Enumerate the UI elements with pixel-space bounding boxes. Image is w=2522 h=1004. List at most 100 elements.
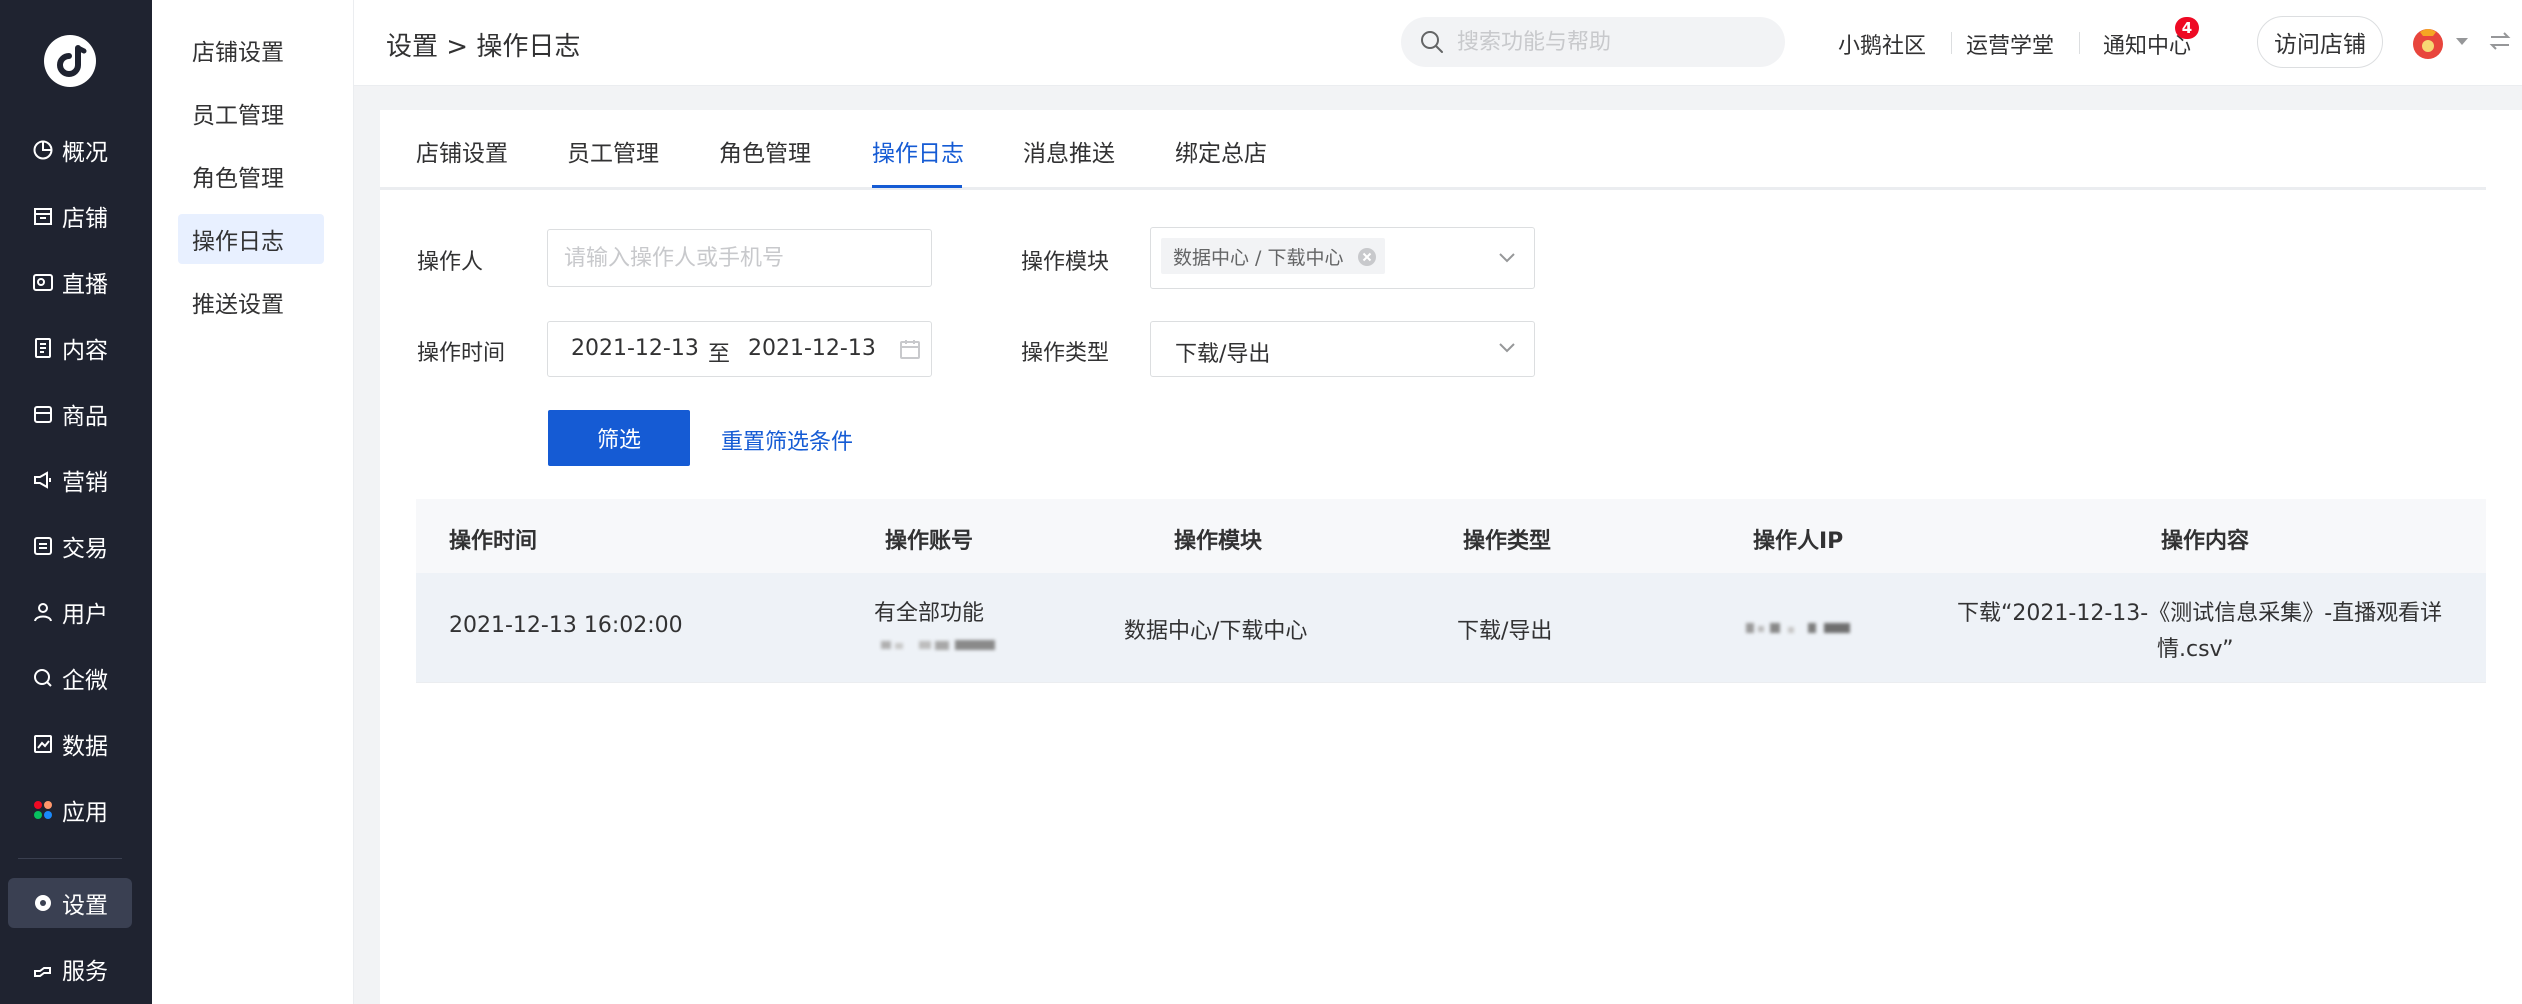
calendar-icon [900,340,920,359]
close-circle-icon[interactable] [1357,247,1377,267]
rail-item-label: 应用 [62,800,108,826]
rail-divider [18,858,122,859]
column-header-ip: 操作人IP [1753,529,1844,554]
tab-bind-main-store[interactable]: 绑定总店 [1175,134,1267,190]
rail-item-label: 服务 [62,959,108,985]
rail-item-apps[interactable]: 应用 [8,785,132,835]
app-logo[interactable] [44,35,96,87]
rail-item-label: 企微 [62,668,108,694]
top-header: 设置 > 操作日志 小鹅社区 运营学堂 通知中心 4 访问店铺 [354,0,2522,86]
rail-item-goods[interactable]: 商品 [8,389,132,439]
marketing-icon [34,471,51,489]
column-header-account: 操作账号 [885,529,974,554]
filter-button[interactable]: 筛选 [548,410,690,466]
rail-item-overview[interactable]: 概况 [8,125,132,175]
tab-bar: 店铺设置 员工管理 角色管理 操作日志 消息推送 绑定总店 [380,110,2486,190]
table-row: 2021-12-13 16:02:00 有全部功能 数据中心/下载中心 下载/导… [416,573,2486,683]
type-select[interactable]: 下载/导出 [1150,321,1535,377]
rail-item-label: 交易 [62,536,108,562]
tab-roles[interactable]: 角色管理 [719,134,811,190]
app-root: 概况 店铺 直播 内容 商品 营销 交易 用户 企微 数据 应用 设置 服务 店… [0,0,2522,1004]
header-separator [2079,32,2080,54]
content-icon [35,338,51,358]
module-select[interactable]: 数据中心 / 下载中心 [1150,227,1535,289]
rail-item-label: 数据 [62,734,108,760]
table-header: 操作时间 操作账号 操作模块 操作类型 操作人IP 操作内容 [416,499,2486,573]
trade-icon [34,537,52,555]
column-header-time: 操作时间 [449,529,538,554]
reset-filters-link[interactable]: 重置筛选条件 [721,424,853,456]
rail-item-store[interactable]: 店铺 [8,191,132,241]
subnav-item-staff[interactable]: 员工管理 [178,88,324,138]
rail-item-wecom[interactable]: 企微 [8,653,132,703]
operator-input[interactable] [548,245,931,271]
search-input[interactable] [1457,29,1757,55]
subnav-item-operation-log[interactable]: 操作日志 [178,214,324,264]
module-label: 操作模块 [1021,250,1110,275]
secondary-sidebar: 店铺设置 员工管理 角色管理 操作日志 推送设置 [152,0,354,1004]
rail-item-label: 内容 [62,338,108,364]
rail-item-label: 概况 [62,140,108,166]
wecom-icon [34,669,52,687]
type-select-value: 下载/导出 [1175,342,1271,367]
rail-item-label: 设置 [62,893,108,919]
chevron-down-icon [1499,343,1515,353]
date-end[interactable]: 2021-12-13 [748,336,876,361]
goods-icon [34,406,52,423]
rail-item-label: 营销 [62,470,108,496]
date-range-picker[interactable]: 2021-12-13 至 2021-12-13 [547,321,932,377]
caret-down-icon[interactable] [2454,36,2470,48]
search-box[interactable] [1401,17,1785,67]
main-card: 店铺设置 员工管理 角色管理 操作日志 消息推送 绑定总店 操作人 操作模块 数… [380,110,2522,1004]
breadcrumb: 设置 > 操作日志 [386,32,581,62]
column-header-content: 操作内容 [2161,529,2250,554]
search-icon [1421,31,1443,53]
rail-item-service[interactable]: 服务 [8,944,132,994]
operator-field[interactable] [547,229,932,287]
type-label: 操作类型 [1021,341,1110,366]
tab-store-settings[interactable]: 店铺设置 [416,134,508,190]
rail-item-settings[interactable]: 设置 [8,878,132,928]
operation-log-table: 操作时间 操作账号 操作模块 操作类型 操作人IP 操作内容 2021-12-1… [416,499,2486,683]
tab-operation-log[interactable]: 操作日志 [872,134,964,190]
visit-store-button[interactable]: 访问店铺 [2257,16,2383,68]
overview-icon [33,140,53,160]
rail-item-label: 商品 [62,404,108,430]
primary-sidebar: 概况 店铺 直播 内容 商品 营销 交易 用户 企微 数据 应用 设置 服务 [0,0,152,1004]
rail-item-marketing[interactable]: 营销 [8,455,132,505]
module-tag: 数据中心 / 下载中心 [1161,238,1386,274]
gear-icon [35,895,51,911]
avatar[interactable] [2408,22,2448,62]
cell-time: 2021-12-13 16:02:00 [449,613,683,638]
operator-label: 操作人 [417,250,484,275]
rail-item-user[interactable]: 用户 [8,587,132,637]
notification-badge: 4 [2175,17,2199,39]
cell-content-line1: 下载“2021-12-13-《测试信息采集》-直播观看详 [1957,601,2443,626]
data-icon [34,735,52,753]
rail-item-label: 直播 [62,272,108,298]
redacted-account-placeholder [881,640,995,650]
rail-item-data[interactable]: 数据 [8,719,132,769]
user-icon [34,603,52,622]
rail-item-live[interactable]: 直播 [8,257,132,307]
date-start[interactable]: 2021-12-13 [571,336,699,361]
rail-item-content[interactable]: 内容 [8,323,132,373]
tab-message-push[interactable]: 消息推送 [1023,134,1115,190]
service-icon [34,967,51,977]
cell-type: 下载/导出 [1457,619,1553,644]
academy-link[interactable]: 运营学堂 [1966,28,2054,60]
cell-account: 有全部功能 [874,601,985,626]
subnav-item-store-settings[interactable]: 店铺设置 [178,25,324,75]
rail-item-trade[interactable]: 交易 [8,521,132,571]
chevron-down-icon [1499,253,1515,263]
tab-staff[interactable]: 员工管理 [567,134,659,190]
switch-icon[interactable] [2487,28,2513,54]
rail-item-label: 店铺 [62,206,108,232]
subnav-item-push[interactable]: 推送设置 [178,277,324,327]
community-link[interactable]: 小鹅社区 [1838,28,1926,60]
live-icon [33,274,53,291]
subnav-item-roles[interactable]: 角色管理 [178,151,324,201]
rail-item-label: 用户 [62,602,108,628]
redacted-ip-placeholder [1746,623,1850,633]
column-header-module: 操作模块 [1174,529,1263,554]
